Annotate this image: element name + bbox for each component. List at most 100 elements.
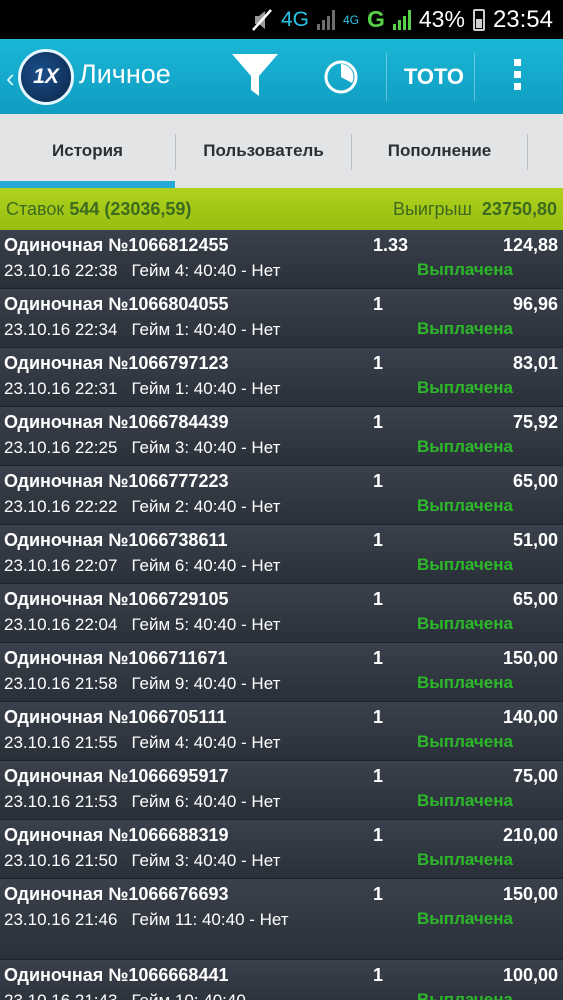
bet-meta: 23.10.16 21:55 Гейм 4: 40:40 - Нет	[4, 732, 309, 754]
bet-amount: 96,96	[512, 294, 558, 314]
bet-row[interactable]: Одиночная №1066804055 1 96,96 23.10.16 2…	[0, 289, 563, 348]
tab-divider	[527, 134, 528, 170]
bet-meta: 23.10.16 22:38 Гейм 4: 40:40 - Нет	[4, 260, 309, 282]
bet-game: Гейм 5: 40:40 - Нет	[131, 615, 281, 634]
bet-game: Гейм 1: 40:40 - Нет	[131, 379, 281, 398]
network-g-label: G	[367, 6, 385, 32]
app-logo[interactable]: 1X	[18, 49, 74, 105]
bet-row[interactable]: Одиночная №1066676693 1 150,00 23.10.16 …	[0, 879, 563, 960]
network-4g-label: 4G	[280, 7, 309, 31]
bet-row[interactable]: Одиночная №1066797123 1 83,01 23.10.16 2…	[0, 348, 563, 407]
bet-row[interactable]: Одиночная №1066668441 1 100,00 23.10.16 …	[0, 960, 563, 1000]
win-summary: Выигрыш 23750,80	[393, 199, 557, 220]
bet-date: 23.10.16 21:46	[4, 910, 118, 929]
bet-row[interactable]: Одиночная №1066688319 1 210,00 23.10.16 …	[0, 820, 563, 879]
bet-title: Одиночная №1066676693	[4, 884, 229, 904]
tab-history[interactable]: История	[0, 114, 175, 188]
win-label: Выигрыш	[392, 199, 472, 219]
bet-title: Одиночная №1066777223	[4, 471, 229, 491]
bet-game: Гейм 3: 40:40 - Нет	[131, 438, 281, 457]
bet-amount: 150,00	[502, 648, 558, 668]
bet-status: Выплачена	[417, 990, 513, 1000]
bet-amount: 65,00	[512, 589, 558, 609]
bet-date: 23.10.16 21:58	[4, 674, 118, 693]
tab-deposit[interactable]: Пополнение	[352, 114, 527, 188]
filter-icon[interactable]	[230, 52, 280, 100]
bet-status: Выплачена	[417, 909, 513, 928]
bet-row[interactable]: Одиночная №1066729105 1 65,00 23.10.16 2…	[0, 584, 563, 643]
bets-value: 544 (23036,59)	[69, 199, 192, 219]
bet-coef: 1	[373, 648, 384, 668]
logo-text: 1X	[33, 65, 59, 88]
action-bar: ‹ 1X Личное ТОТО	[0, 39, 563, 114]
bet-status: Выплачена	[417, 791, 513, 810]
bet-meta: 23.10.16 21:43 Гейм 10: 40:40 -	[4, 990, 309, 1000]
bet-amount: 210,00	[502, 825, 558, 845]
bet-row[interactable]: Одиночная №1066705111 1 140,00 23.10.16 …	[0, 702, 563, 761]
clock-icon[interactable]	[323, 59, 359, 95]
bet-game: Гейм 11: 40:40 - Нет	[131, 910, 289, 929]
bet-amount: 150,00	[502, 884, 558, 904]
bet-status: Выплачена	[417, 850, 513, 869]
status-bar-indicators: 4G 4G G 43% 23:54	[251, 0, 553, 39]
bet-amount: 65,00	[512, 471, 558, 491]
bet-date: 23.10.16 22:38	[4, 261, 118, 280]
mute-icon	[252, 8, 272, 31]
bet-date: 23.10.16 22:34	[4, 320, 118, 339]
signal-icon	[316, 9, 335, 30]
bet-title: Одиночная №1066711671	[4, 648, 228, 668]
bet-coef: 1.33	[373, 235, 409, 255]
bet-status: Выплачена	[417, 732, 513, 751]
page-title: Личное	[79, 59, 171, 89]
bet-title: Одиночная №1066804055	[4, 294, 229, 314]
action-divider	[474, 53, 475, 101]
bet-coef: 1	[373, 412, 384, 432]
bet-date: 23.10.16 22:07	[4, 556, 118, 575]
bet-title: Одиночная №1066797123	[4, 353, 229, 373]
bet-amount: 140,00	[502, 707, 558, 727]
bet-amount: 83,01	[512, 353, 558, 373]
bet-row[interactable]: Одиночная №1066711671 1 150,00 23.10.16 …	[0, 643, 563, 702]
bet-status: Выплачена	[417, 437, 513, 456]
bet-date: 23.10.16 22:22	[4, 497, 118, 516]
bet-row[interactable]: Одиночная №1066812455 1.33 124,88 23.10.…	[0, 230, 563, 289]
bet-title: Одиночная №1066738611	[4, 530, 228, 550]
bet-coef: 1	[373, 530, 384, 550]
bet-date: 23.10.16 21:43	[4, 991, 117, 1000]
network-4g-small-label: 4G	[342, 12, 359, 27]
bet-game: Гейм 2: 40:40 - Нет	[131, 497, 281, 516]
bet-row[interactable]: Одиночная №1066738611 1 51,00 23.10.16 2…	[0, 525, 563, 584]
bet-row[interactable]: Одиночная №1066695917 1 75,00 23.10.16 2…	[0, 761, 563, 820]
bet-title: Одиночная №1066705111	[4, 707, 227, 727]
bet-meta: 23.10.16 22:31 Гейм 1: 40:40 - Нет	[4, 378, 309, 400]
clock-time: 23:54	[492, 5, 553, 33]
bet-row[interactable]: Одиночная №1066784439 1 75,92 23.10.16 2…	[0, 407, 563, 466]
more-vert-icon[interactable]	[514, 59, 522, 95]
toto-button[interactable]: ТОТО	[404, 64, 464, 90]
tab-user[interactable]: Пользователь	[176, 114, 351, 188]
bet-date: 23.10.16 21:50	[4, 851, 118, 870]
win-value: 23750,80	[481, 199, 557, 219]
summary-bar: Ставок 544 (23036,59) Выигрыш 23750,80	[0, 188, 563, 230]
bet-meta: 23.10.16 22:07 Гейм 6: 40:40 - Нет	[4, 555, 309, 577]
bet-game: Гейм 9: 40:40 - Нет	[131, 674, 281, 693]
bet-status: Выплачена	[417, 378, 513, 397]
back-arrow-icon[interactable]: ‹	[6, 63, 15, 94]
bet-date: 23.10.16 22:25	[4, 438, 118, 457]
bet-coef: 1	[373, 353, 384, 373]
bet-status: Выплачена	[417, 260, 513, 279]
battery-percent: 43%	[418, 6, 465, 32]
bet-amount: 124,88	[502, 235, 558, 255]
bet-status: Выплачена	[417, 614, 513, 633]
bet-coef: 1	[373, 589, 384, 609]
bet-title: Одиночная №1066688319	[4, 825, 229, 845]
bet-row[interactable]: Одиночная №1066777223 1 65,00 23.10.16 2…	[0, 466, 563, 525]
tab-bar: История Пользователь Пополнение	[0, 114, 563, 188]
bet-title: Одиночная №1066812455	[4, 235, 229, 255]
battery-icon	[472, 8, 485, 31]
bet-date: 23.10.16 22:31	[4, 379, 118, 398]
bet-game: Гейм 6: 40:40 - Нет	[131, 556, 281, 575]
bet-game: Гейм 4: 40:40 - Нет	[131, 261, 281, 280]
bet-game: Гейм 6: 40:40 - Нет	[131, 792, 281, 811]
bet-title: Одиночная №1066695917	[4, 766, 229, 786]
